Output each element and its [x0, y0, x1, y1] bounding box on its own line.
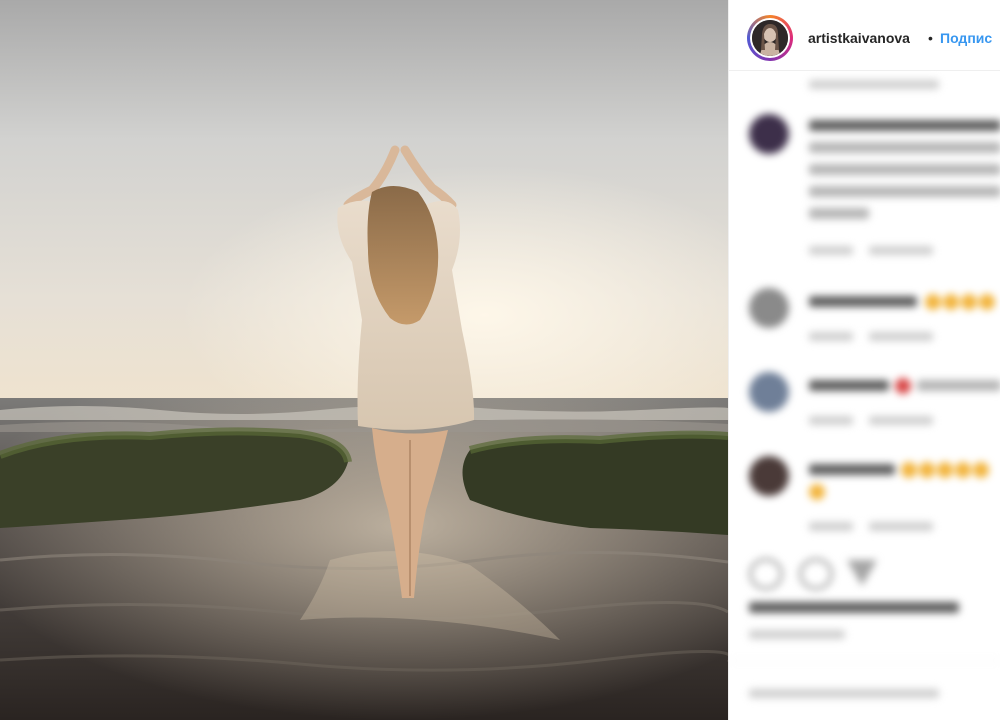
heart-icon[interactable]: [749, 558, 783, 590]
paper-plane-icon[interactable]: [847, 560, 877, 586]
post-date: [749, 630, 845, 639]
avatar[interactable]: [749, 114, 789, 154]
comment-form: [729, 660, 1000, 720]
post-actions: [729, 550, 1000, 660]
comment-input[interactable]: [749, 689, 939, 698]
beach-scene-image: [0, 0, 728, 720]
avatar[interactable]: [749, 456, 789, 496]
username-link[interactable]: artistkaivanova: [808, 30, 910, 46]
comments-list: [729, 70, 1000, 550]
post-header: artistkaivanova • Подпис: [729, 0, 1000, 71]
separator-dot: •: [928, 30, 933, 46]
comment-meta: [809, 80, 939, 89]
avatar[interactable]: [752, 20, 788, 56]
avatar-image: [752, 20, 788, 56]
story-ring[interactable]: [747, 15, 793, 61]
follow-button[interactable]: Подпис: [940, 30, 992, 46]
comment-bubble-icon[interactable]: [799, 558, 833, 590]
post-photo[interactable]: [0, 0, 728, 720]
avatar[interactable]: [749, 288, 789, 328]
post-sidebar: artistkaivanova • Подпис: [728, 0, 1000, 720]
avatar[interactable]: [749, 372, 789, 412]
likes-count[interactable]: [749, 602, 959, 613]
